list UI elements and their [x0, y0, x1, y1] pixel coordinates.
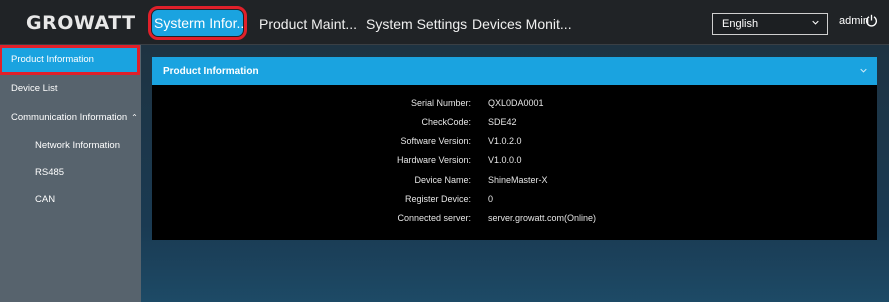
language-select[interactable]: English: [712, 13, 828, 35]
info-label: Device Name:: [414, 175, 471, 185]
chevron-up-icon: ⌃: [131, 113, 138, 122]
info-row-connected-server: Connected server: server.growatt.com(Onl…: [152, 213, 877, 232]
info-value: 0: [488, 194, 494, 204]
info-label: Serial Number:: [410, 98, 471, 108]
power-logout-icon[interactable]: [865, 14, 878, 27]
info-value: SDE42: [488, 117, 517, 127]
info-value: V1.0.0.0: [488, 155, 522, 165]
sidebar-item-device-list[interactable]: Device List: [0, 83, 141, 94]
tab-system-settings[interactable]: System Settings: [366, 16, 467, 32]
info-value: server.growatt.com(Online): [488, 213, 597, 223]
info-row-check-code: CheckCode: SDE42: [152, 117, 877, 136]
info-label: Hardware Version:: [396, 155, 471, 165]
info-value: ShineMaster-X: [488, 175, 548, 185]
tab-devices-monitor[interactable]: Devices Monit...: [472, 16, 572, 32]
growatt-logo: GROWATT: [26, 12, 136, 34]
sidebar-item-label: Communication Information: [11, 112, 128, 123]
info-row-serial-number: Serial Number: QXL0DA0001: [152, 98, 877, 117]
sidebar: Product Information Device List Communic…: [0, 45, 141, 302]
info-label: CheckCode:: [421, 117, 471, 127]
info-row-hardware-version: Hardware Version: V1.0.0.0: [152, 155, 877, 174]
info-label: Connected server:: [397, 213, 471, 223]
tab-product-maintenance[interactable]: Product Maint...: [259, 16, 357, 32]
sidebar-item-product-information[interactable]: Product Information: [0, 45, 140, 75]
language-select-value: English: [722, 18, 759, 30]
info-label: Software Version:: [400, 136, 471, 146]
sidebar-item-rs485[interactable]: RS485: [0, 167, 141, 178]
chevron-down-icon: [812, 20, 819, 25]
chevron-down-icon[interactable]: [860, 67, 867, 74]
panel-header[interactable]: Product Information: [152, 57, 877, 85]
info-label: Register Device:: [404, 194, 471, 204]
info-value: V1.0.2.0: [488, 136, 522, 146]
product-information-panel: Product Information Serial Number: QXL0D…: [152, 57, 877, 240]
info-value: QXL0DA0001: [488, 98, 544, 108]
tab-system-information[interactable]: Systerm Infor...: [148, 6, 247, 40]
info-row-register-device: Register Device: 0: [152, 194, 877, 213]
top-navigation-bar: GROWATT Systerm Infor... Product Maint..…: [0, 0, 889, 45]
sidebar-item-communication-information[interactable]: Communication Information ⌃: [0, 112, 141, 123]
sidebar-item-network-information[interactable]: Network Information: [0, 140, 141, 151]
info-row-software-version: Software Version: V1.0.2.0: [152, 136, 877, 155]
panel-title: Product Information: [163, 66, 259, 77]
sidebar-item-can[interactable]: CAN: [0, 194, 141, 205]
info-row-device-name: Device Name: ShineMaster-X: [152, 175, 877, 194]
